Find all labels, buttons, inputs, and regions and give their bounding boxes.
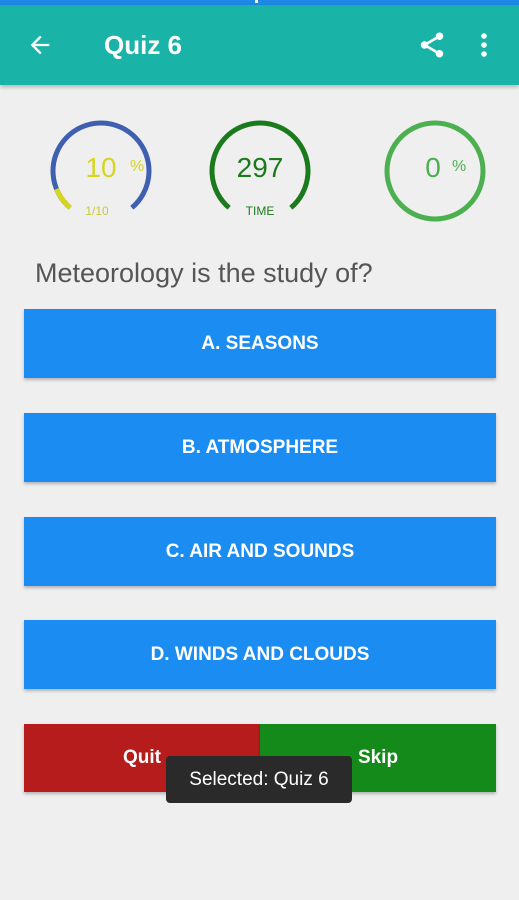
- status-indicator: [255, 0, 258, 3]
- app-bar: Quiz 6: [0, 5, 519, 85]
- more-vert-icon: [481, 33, 487, 57]
- page-title: Quiz 6: [104, 30, 183, 60]
- question-text: Meteorology is the study of?: [35, 258, 373, 288]
- share-button[interactable]: [414, 27, 450, 63]
- accuracy-percent-sign: %: [452, 158, 467, 175]
- toast-message: Selected: Quiz 6: [166, 756, 352, 803]
- option-b-button[interactable]: B. ATMOSPHERE: [24, 413, 496, 482]
- arrow-back-icon: [30, 35, 50, 55]
- time-label: TIME: [245, 204, 275, 218]
- accuracy-gauge: 0 %: [382, 118, 488, 224]
- score-percent-sign: %: [130, 158, 145, 175]
- time-remaining: 297: [236, 152, 284, 183]
- option-a-button[interactable]: A. SEASONS: [24, 309, 496, 378]
- share-icon: [420, 32, 444, 58]
- score-gauge: 10 % 1/10: [48, 118, 154, 224]
- option-c-button[interactable]: C. AIR AND SOUNDS: [24, 517, 496, 586]
- accuracy-percent: 0: [425, 152, 441, 183]
- back-button[interactable]: [22, 27, 58, 63]
- question-counter: 1/10: [85, 204, 109, 218]
- time-gauge: 297 TIME: [207, 118, 313, 224]
- more-options-button[interactable]: [470, 27, 498, 63]
- option-d-button[interactable]: D. WINDS AND CLOUDS: [24, 620, 496, 689]
